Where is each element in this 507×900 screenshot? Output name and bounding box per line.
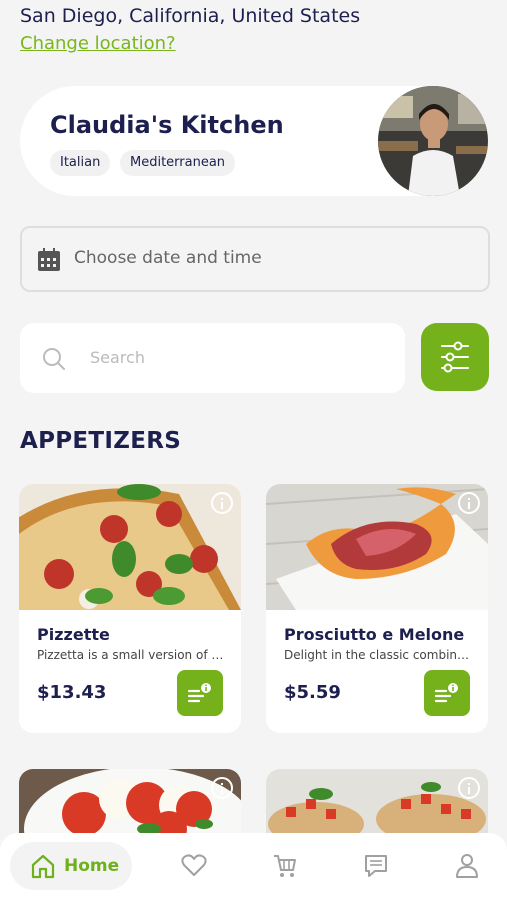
dish-price: $5.59 xyxy=(284,682,341,703)
cart-icon[interactable] xyxy=(272,853,298,879)
dish-card-prosciutto-e-melone[interactable]: Prosciutto e Melone Delight in the class… xyxy=(266,484,488,733)
cuisine-tag-italian: Italian xyxy=(50,150,111,176)
current-location: San Diego, California, United States xyxy=(20,5,361,27)
dish-price: $13.43 xyxy=(37,682,107,703)
info-icon[interactable] xyxy=(211,777,233,799)
calendar-icon xyxy=(38,248,60,271)
info-icon[interactable] xyxy=(458,777,480,799)
dish-name: Pizzette xyxy=(37,625,110,644)
date-time-picker[interactable]: Choose date and time xyxy=(20,226,490,292)
chef-name: Claudia's Kitchen xyxy=(50,111,284,139)
dish-name: Prosciutto e Melone xyxy=(284,625,465,644)
info-icon[interactable] xyxy=(458,492,480,514)
home-icon xyxy=(31,854,55,879)
chef-avatar xyxy=(378,86,488,196)
date-time-placeholder: Choose date and time xyxy=(74,248,262,268)
info-icon[interactable] xyxy=(211,492,233,514)
cuisine-tag-mediterranean: Mediterranean xyxy=(120,150,236,176)
search-placeholder: Search xyxy=(90,348,145,367)
dish-card-pizzette[interactable]: Pizzette Pizzetta is a small version of … xyxy=(19,484,241,733)
message-icon[interactable] xyxy=(363,853,389,879)
dish-details-button[interactable] xyxy=(424,670,470,716)
filter-button[interactable] xyxy=(421,323,489,391)
menu-details-icon xyxy=(434,683,458,703)
search-input[interactable]: Search xyxy=(20,323,405,393)
change-location-link[interactable]: Change location? xyxy=(20,33,176,54)
menu-details-icon xyxy=(187,683,211,703)
chef-card[interactable]: Claudia's Kitchen Italian Mediterranean xyxy=(20,86,488,196)
heart-icon[interactable] xyxy=(181,853,207,877)
dish-image xyxy=(19,484,241,610)
dish-details-button[interactable] xyxy=(177,670,223,716)
bottom-navigation: Home xyxy=(0,833,507,900)
profile-icon[interactable] xyxy=(455,853,479,879)
dish-description: Pizzetta is a small version of pizza xyxy=(37,648,229,662)
nav-home-label: Home xyxy=(64,856,120,876)
dish-image xyxy=(266,484,488,610)
sliders-icon xyxy=(441,341,469,373)
dish-description: Delight in the classic combination of pr… xyxy=(284,648,476,662)
search-icon xyxy=(43,348,65,370)
section-title-appetizers: APPETIZERS xyxy=(20,428,182,454)
nav-home-tab[interactable]: Home xyxy=(10,842,132,890)
